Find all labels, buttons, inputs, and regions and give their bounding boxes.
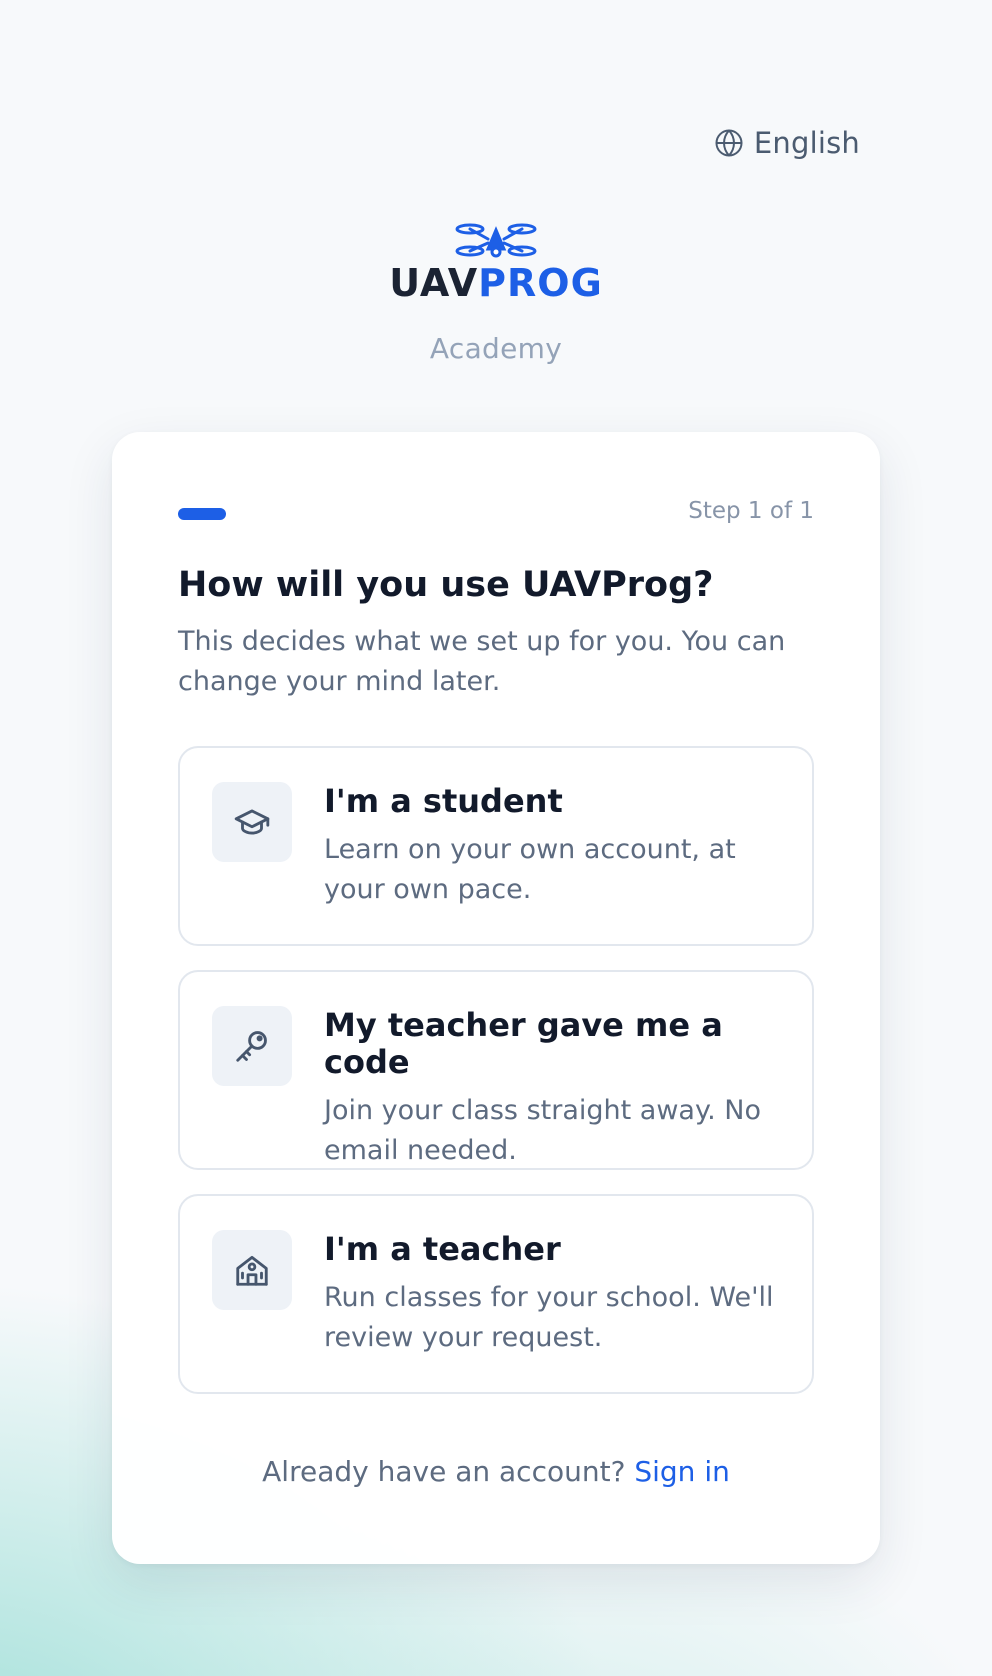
step-label: Step 1 of 1	[688, 498, 814, 524]
option-teacher-text: I'm a teacher Run classes for your schoo…	[324, 1230, 782, 1358]
option-class-code[interactable]: My teacher gave me a code Join your clas…	[178, 970, 814, 1170]
logo-wordmark-part-b: PROG	[478, 261, 603, 305]
page-description: This decides what we set up for you. You…	[178, 626, 786, 697]
option-student[interactable]: I'm a student Learn on your own account,…	[178, 746, 814, 946]
globe-icon	[714, 128, 744, 158]
option-teacher[interactable]: I'm a teacher Run classes for your schoo…	[178, 1194, 814, 1394]
school-icon	[212, 1230, 292, 1310]
progress-row: Step 1 of 1	[178, 498, 814, 538]
option-class-code-text: My teacher gave me a code Join your clas…	[324, 1006, 782, 1171]
logo-wordmark-part-a: UAV	[389, 261, 479, 305]
language-label: English	[753, 126, 860, 160]
option-description: Run classes for your school. We'll revie…	[324, 1281, 774, 1353]
option-title: My teacher gave me a code	[324, 1006, 723, 1081]
signup-card: Step 1 of 1 How will you use UAVProg? Th…	[112, 432, 880, 1564]
option-title: I'm a teacher	[324, 1230, 561, 1268]
page-title: How will you use UAVProg?	[178, 565, 714, 605]
progress-indicator	[178, 508, 226, 520]
graduation-cap-icon	[212, 782, 292, 862]
signin-footer: Already have an account? Sign in	[112, 1455, 880, 1488]
signin-prompt: Already have an account?	[262, 1455, 626, 1488]
sign-in-link[interactable]: Sign in	[634, 1455, 730, 1488]
drone-logo-icon	[453, 222, 539, 260]
option-title: I'm a student	[324, 782, 563, 820]
language-selector[interactable]: English	[714, 126, 860, 160]
option-description: Join your class straight away. No email …	[324, 1094, 761, 1166]
key-icon	[212, 1006, 292, 1086]
option-student-text: I'm a student Learn on your own account,…	[324, 782, 782, 910]
role-options: I'm a student Learn on your own account,…	[178, 746, 814, 1394]
brand-subtitle: Academy	[429, 332, 563, 365]
brand-header: UAVPROG Academy	[0, 222, 992, 365]
logo-wordmark: UAVPROG	[389, 264, 603, 302]
option-description: Learn on your own account, at your own p…	[324, 833, 736, 905]
